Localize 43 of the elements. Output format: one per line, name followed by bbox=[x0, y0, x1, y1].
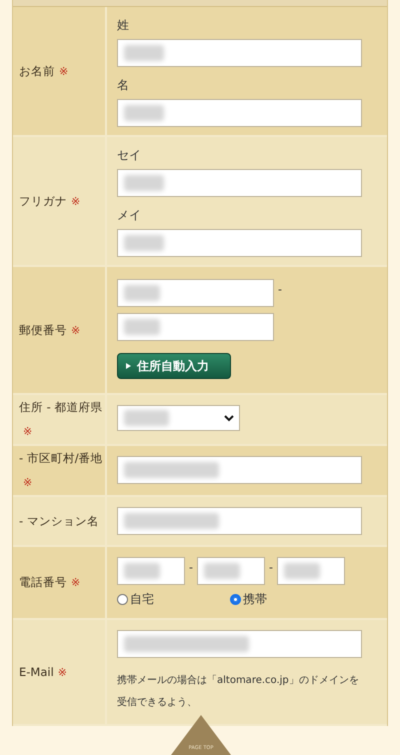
radio-label: 自宅 bbox=[130, 591, 154, 608]
input-field[interactable] bbox=[117, 39, 362, 67]
field-label: 電話番号 bbox=[19, 575, 67, 589]
separator-dash: - bbox=[278, 282, 282, 298]
field-label: お名前 bbox=[19, 64, 55, 78]
field-label: 郵便番号 bbox=[19, 322, 67, 336]
chevron-down-icon bbox=[224, 415, 234, 422]
separator-dash: - bbox=[189, 560, 193, 576]
field-caption: メイ bbox=[117, 207, 142, 224]
input-field[interactable] bbox=[117, 229, 362, 257]
input-field[interactable] bbox=[117, 456, 362, 484]
required-mark: ※ bbox=[71, 576, 80, 589]
triangle-icon bbox=[126, 363, 131, 369]
input-field[interactable] bbox=[117, 507, 362, 535]
radio-label: 携帯 bbox=[243, 591, 267, 608]
input-field[interactable] bbox=[117, 169, 362, 197]
input-field[interactable] bbox=[276, 557, 345, 585]
radio-button[interactable] bbox=[117, 594, 128, 605]
input-field[interactable] bbox=[117, 99, 362, 127]
field-caption: セイ bbox=[117, 147, 142, 164]
field-label: - マンション名 bbox=[19, 514, 99, 528]
field-label: - 市区町村/番地 bbox=[19, 451, 103, 465]
field-label: E-Mail bbox=[19, 664, 54, 678]
field-label: 住所 - 都道府県 bbox=[19, 400, 102, 414]
field-label: フリガナ bbox=[19, 194, 67, 208]
required-mark: ※ bbox=[58, 666, 67, 678]
input-field[interactable] bbox=[117, 313, 274, 341]
field-caption: 名 bbox=[117, 77, 130, 94]
input-field[interactable] bbox=[196, 557, 265, 585]
auto-fill-button[interactable]: 住所自動入力 bbox=[117, 353, 231, 379]
required-mark: ※ bbox=[23, 476, 32, 489]
separator-dash: - bbox=[268, 560, 273, 576]
required-mark: ※ bbox=[23, 425, 32, 438]
select-field[interactable] bbox=[117, 405, 240, 431]
required-mark: ※ bbox=[71, 324, 80, 336]
required-mark: ※ bbox=[59, 64, 68, 78]
help-text: 携帯メールの場合は「altomare.co.jp」のドメインを受信できるよう、 bbox=[117, 674, 360, 710]
required-mark: ※ bbox=[71, 194, 80, 208]
input-field[interactable] bbox=[117, 630, 362, 658]
radio-button[interactable] bbox=[230, 594, 241, 605]
field-caption: 姓 bbox=[117, 17, 130, 34]
input-field[interactable] bbox=[117, 279, 274, 307]
input-field[interactable] bbox=[117, 557, 185, 585]
